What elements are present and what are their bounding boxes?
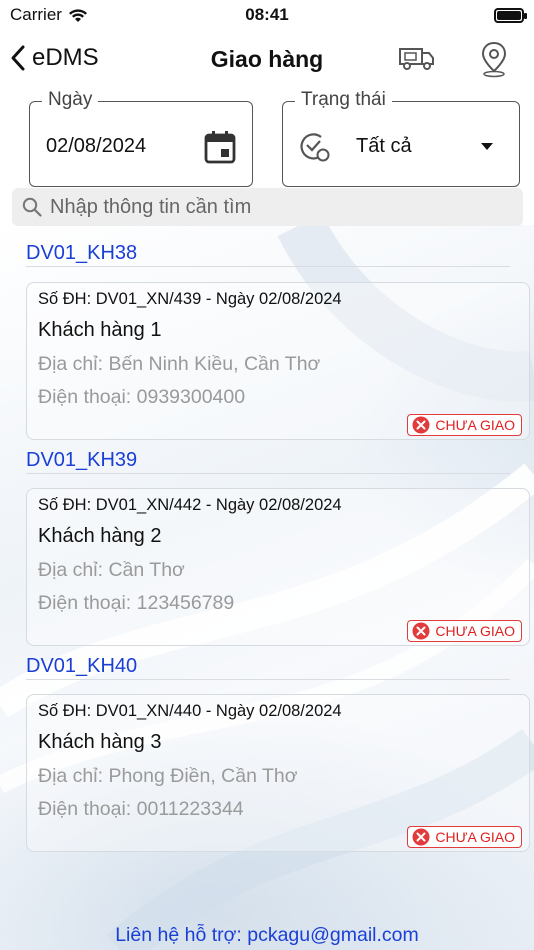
filter-bar: Ngày 02/08/2024 Trạng thái Tất cả [0, 89, 534, 190]
status-field[interactable]: Trạng thái Tất cả [282, 89, 520, 187]
date-label: Ngày [42, 89, 99, 111]
wifi-icon [68, 8, 87, 22]
status-badge: CHƯA GIAO [407, 826, 522, 848]
customer-name: Khách hàng 2 [38, 525, 162, 547]
status-label: Trạng thái [295, 89, 392, 111]
order-number: Số ĐH: DV01_XN/442 - Ngày 02/08/2024 [38, 496, 342, 514]
order-card[interactable]: Số ĐH: DV01_XN/439 - Ngày 02/08/2024 Khá… [26, 282, 530, 440]
status-check-clock-icon [300, 133, 330, 162]
chevron-left-icon [11, 45, 25, 71]
delivery-truck-button[interactable] [398, 42, 436, 79]
map-pin-icon [481, 41, 507, 78]
navigation-bar: eDMS Giao hàng [0, 30, 534, 90]
status-badge: CHƯA GIAO [407, 414, 522, 436]
order-number: Số ĐH: DV01_XN/440 - Ngày 02/08/2024 [38, 702, 342, 720]
group-divider [26, 266, 510, 267]
status-bar: Carrier 08:41 [0, 0, 534, 30]
status-badge-label: CHƯA GIAO [435, 623, 515, 639]
status-badge-label: CHƯA GIAO [435, 417, 515, 433]
order-card[interactable]: Số ĐH: DV01_XN/442 - Ngày 02/08/2024 Khá… [26, 488, 530, 646]
calendar-icon[interactable] [204, 130, 236, 164]
customer-phone: Điện thoại: 0939300400 [38, 386, 246, 408]
group-header[interactable]: DV01_KH39 [26, 449, 137, 472]
date-value: 02/08/2024 [46, 135, 147, 157]
carrier-label: Carrier [10, 5, 62, 24]
status-badge-label: CHƯA GIAO [435, 829, 515, 845]
customer-phone: Điện thoại: 123456789 [38, 592, 235, 614]
customer-address: Địa chỉ: Bến Ninh Kiều, Cần Thơ [38, 353, 321, 375]
back-label: eDMS [32, 44, 99, 71]
group-header[interactable]: DV01_KH38 [26, 242, 137, 265]
customer-phone: Điện thoại: 0011223344 [38, 798, 244, 820]
status-value: Tất cả [356, 135, 412, 157]
delivery-truck-icon [399, 48, 434, 70]
group-header[interactable]: DV01_KH40 [26, 655, 137, 678]
support-contact-link[interactable]: Liên hệ hỗ trợ: pckagu@gmail.com [0, 924, 534, 947]
close-circle-icon [412, 416, 430, 434]
order-card[interactable]: Số ĐH: DV01_XN/440 - Ngày 02/08/2024 Khá… [26, 694, 530, 852]
customer-address: Địa chỉ: Cần Thơ [38, 559, 185, 581]
customer-name: Khách hàng 1 [38, 319, 162, 341]
date-field[interactable]: Ngày 02/08/2024 [29, 89, 253, 187]
customer-address: Địa chỉ: Phong Điền, Cần Thơ [38, 765, 298, 787]
group-divider [26, 473, 510, 474]
search-icon [22, 197, 42, 217]
search-bar[interactable] [12, 188, 523, 226]
caret-down-icon [481, 143, 493, 150]
order-number: Số ĐH: DV01_XN/439 - Ngày 02/08/2024 [38, 290, 342, 308]
close-circle-icon [412, 622, 430, 640]
customer-name: Khách hàng 3 [38, 731, 162, 753]
location-button[interactable] [478, 40, 510, 83]
status-badge: CHƯA GIAO [407, 620, 522, 642]
group-divider [26, 679, 510, 680]
back-button[interactable]: eDMS [10, 44, 99, 72]
battery-icon [494, 7, 527, 23]
search-input[interactable] [50, 195, 490, 219]
close-circle-icon [412, 828, 430, 846]
clock: 08:41 [245, 5, 289, 24]
